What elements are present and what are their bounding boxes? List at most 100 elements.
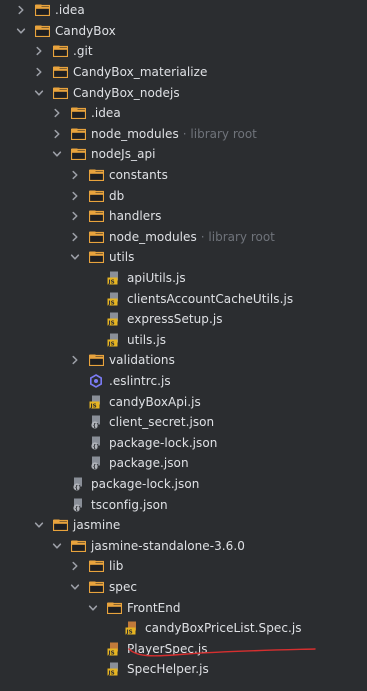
chevron-right-icon[interactable] bbox=[50, 106, 64, 120]
chevron-right-icon[interactable] bbox=[68, 559, 82, 573]
tree-folder-row[interactable]: constants bbox=[0, 165, 367, 186]
folder-icon bbox=[70, 106, 86, 120]
tree-file-row[interactable]: JS PlayerSpec.js bbox=[0, 639, 367, 660]
folder-icon bbox=[52, 86, 68, 100]
svg-text:JS: JS bbox=[126, 630, 133, 636]
tree-folder-row[interactable]: utils bbox=[0, 247, 367, 268]
tree-folder-row[interactable]: CandyBox_nodejs bbox=[0, 82, 367, 103]
library-root-hint: · library root bbox=[182, 126, 257, 141]
tree-folder-row[interactable]: validations bbox=[0, 350, 367, 371]
chevron-right-icon[interactable] bbox=[50, 127, 64, 141]
tree-item-label: .git bbox=[73, 44, 93, 59]
chevron-down-icon[interactable] bbox=[50, 539, 64, 553]
tree-file-row[interactable]: JS clientsAccountCacheUtils.js bbox=[0, 288, 367, 309]
chevron-down-icon[interactable] bbox=[50, 147, 64, 161]
tree-item-label: tsconfig.json bbox=[91, 497, 168, 512]
tree-item-label: CandyBox_nodejs bbox=[73, 85, 180, 100]
tree-folder-row[interactable]: nodeJs_api bbox=[0, 144, 367, 165]
tree-item-label: constants bbox=[109, 168, 168, 183]
svg-text:{}: {} bbox=[75, 506, 82, 512]
tree-folder-row[interactable]: CandyBox_materialize bbox=[0, 62, 367, 83]
folder-icon bbox=[88, 168, 104, 182]
tree-folder-row[interactable]: .git bbox=[0, 41, 367, 62]
tree-item-label: package-lock.json bbox=[109, 435, 218, 450]
chevron-right-icon[interactable] bbox=[14, 3, 28, 17]
tree-file-row[interactable]: JS candyBoxPriceList.Spec.js bbox=[0, 618, 367, 639]
svg-text:JS: JS bbox=[90, 403, 97, 409]
tree-file-row[interactable]: {} package-lock.json bbox=[0, 474, 367, 495]
tree-item-label: utils.js bbox=[127, 332, 167, 347]
chevron-right-icon[interactable] bbox=[68, 168, 82, 182]
folder-icon bbox=[70, 127, 86, 141]
tree-file-row[interactable]: {} package-lock.json bbox=[0, 433, 367, 454]
tree-file-row[interactable]: {} client_secret.json bbox=[0, 412, 367, 433]
library-root-hint: · library root bbox=[200, 229, 275, 244]
tree-folder-row[interactable]: node_modules · library root bbox=[0, 227, 367, 248]
tree-file-row[interactable]: JS candyBoxApi.js bbox=[0, 391, 367, 412]
tree-item-label: candyBoxPriceList.Spec.js bbox=[145, 621, 302, 636]
tree-item-label: client_secret.json bbox=[109, 415, 215, 430]
folder-icon bbox=[34, 24, 50, 38]
tree-item-label: package-lock.json bbox=[91, 477, 200, 492]
tree-item-label: jasmine bbox=[73, 518, 121, 533]
tree-folder-row[interactable]: .idea bbox=[0, 0, 367, 21]
chevron-down-icon[interactable] bbox=[86, 601, 100, 615]
chevron-down-icon[interactable] bbox=[14, 24, 28, 38]
tree-file-row[interactable]: JS utils.js bbox=[0, 330, 367, 351]
tree-item-label: FrontEnd bbox=[127, 600, 181, 615]
tree-item-label: SpecHelper.js bbox=[127, 662, 209, 677]
svg-text:JS: JS bbox=[108, 300, 115, 306]
tree-folder-row[interactable]: .idea bbox=[0, 103, 367, 124]
chevron-right-icon[interactable] bbox=[68, 230, 82, 244]
tree-folder-row[interactable]: lib bbox=[0, 556, 367, 577]
tree-folder-row[interactable]: CandyBox bbox=[0, 21, 367, 42]
js-file-icon: JS bbox=[106, 333, 122, 347]
json-file-icon: {} bbox=[70, 498, 86, 512]
tree-folder-row[interactable]: node_modules · library root bbox=[0, 124, 367, 145]
tree-file-row[interactable]: JS apiUtils.js bbox=[0, 268, 367, 289]
chevron-right-icon[interactable] bbox=[68, 353, 82, 367]
chevron-down-icon[interactable] bbox=[32, 518, 46, 532]
tree-file-row[interactable]: {} tsconfig.json bbox=[0, 494, 367, 515]
tree-file-row[interactable]: .eslintrc.js bbox=[0, 371, 367, 392]
tree-item-label: lib bbox=[109, 559, 124, 574]
tree-item-label: nodeJs_api bbox=[91, 147, 156, 162]
chevron-down-icon[interactable] bbox=[32, 86, 46, 100]
chevron-right-icon[interactable] bbox=[68, 209, 82, 223]
eslint-config-icon bbox=[88, 374, 104, 389]
tree-file-row[interactable]: JS expressSetup.js bbox=[0, 309, 367, 330]
js-spec-file-icon: JS bbox=[124, 621, 140, 635]
tree-folder-row[interactable]: jasmine bbox=[0, 515, 367, 536]
svg-text:JS: JS bbox=[108, 279, 115, 285]
tree-item-label: PlayerSpec.js bbox=[127, 641, 208, 656]
tree-file-row[interactable]: JS SpecHelper.js bbox=[0, 659, 367, 680]
tree-folder-row[interactable]: FrontEnd bbox=[0, 597, 367, 618]
chevron-down-icon[interactable] bbox=[68, 250, 82, 264]
tree-folder-row[interactable]: spec bbox=[0, 577, 367, 598]
chevron-right-icon[interactable] bbox=[68, 189, 82, 203]
tree-file-row[interactable]: {} package.json bbox=[0, 453, 367, 474]
tree-folder-row[interactable]: db bbox=[0, 185, 367, 206]
tree-item-label: expressSetup.js bbox=[127, 312, 223, 327]
json-file-icon: {} bbox=[88, 436, 104, 450]
chevron-down-icon[interactable] bbox=[68, 580, 82, 594]
chevron-right-icon[interactable] bbox=[32, 65, 46, 79]
tree-folder-row[interactable]: jasmine-standalone-3.6.0 bbox=[0, 536, 367, 557]
folder-icon bbox=[70, 147, 86, 161]
chevron-right-icon[interactable] bbox=[32, 44, 46, 58]
js-file-icon: JS bbox=[88, 395, 104, 409]
tree-folder-row[interactable]: handlers bbox=[0, 206, 367, 227]
folder-icon bbox=[88, 209, 104, 223]
tree-item-label: utils bbox=[109, 250, 135, 265]
folder-icon bbox=[88, 230, 104, 244]
